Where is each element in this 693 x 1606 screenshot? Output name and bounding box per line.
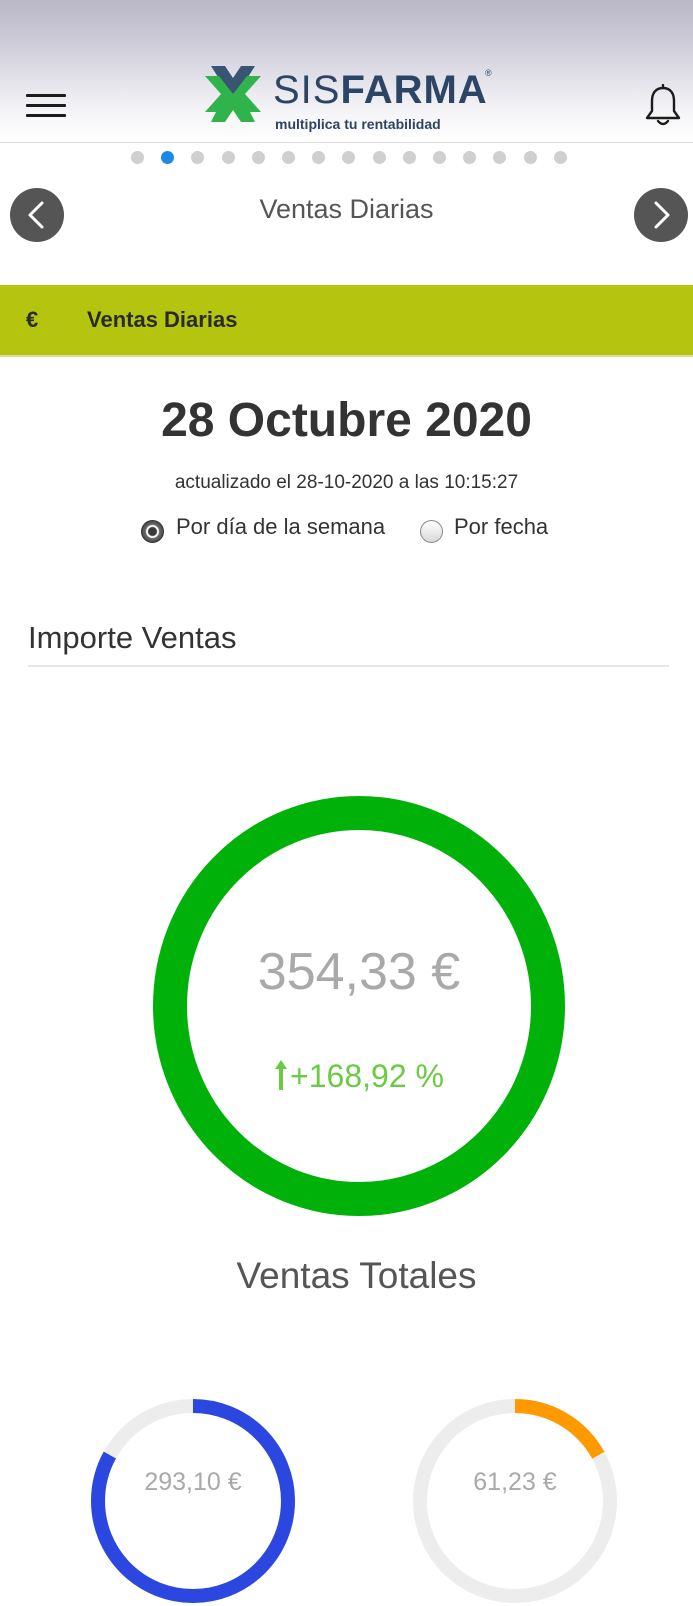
carousel-dot[interactable]	[342, 151, 356, 164]
registered-mark: ®	[485, 68, 492, 78]
carousel-dot[interactable]	[402, 151, 416, 164]
carousel-dot[interactable]	[463, 151, 477, 164]
total-sales-ring	[153, 796, 565, 1216]
report-date: 28 Octubre 2020	[161, 394, 532, 447]
slide-title: Ventas Diarias	[259, 194, 434, 224]
breakdown-ring-orange	[413, 1399, 617, 1603]
chevron-right-icon	[654, 201, 670, 229]
radio-date-label: Por fecha	[454, 514, 549, 539]
app-header: SISFARMA ® multiplica tu rentabilidad	[0, 0, 693, 143]
section-divider	[28, 665, 669, 667]
carousel-dot[interactable]	[523, 151, 537, 164]
carousel-dot[interactable]	[282, 151, 295, 164]
section-header-bar: € Ventas Diarias	[0, 285, 693, 357]
brand-tagline: multiplica tu rentabilidad	[275, 116, 441, 132]
breakdown-ring-blue	[91, 1399, 295, 1603]
bell-icon[interactable]	[644, 84, 682, 128]
section-label: Ventas Diarias	[87, 307, 238, 332]
radio-weekday[interactable]	[141, 520, 164, 543]
breakdown-value-blue: 293,10 €	[144, 1468, 242, 1496]
last-updated-text: actualizado el 28-10-2020 a las 10:15:27	[174, 472, 519, 493]
euro-icon: €	[26, 307, 39, 332]
carousel-dot[interactable]	[312, 151, 326, 164]
breakdown-value-orange: 61,23 €	[473, 1468, 557, 1496]
hamburger-menu-icon[interactable]	[26, 94, 66, 120]
radio-date[interactable]	[420, 520, 443, 543]
next-slide-button[interactable]	[634, 188, 688, 242]
carousel-dot[interactable]	[372, 151, 386, 164]
carousel-dot[interactable]	[433, 151, 446, 164]
carousel-dot[interactable]	[251, 151, 265, 164]
carousel-dot[interactable]	[131, 151, 144, 164]
sales-change: +168,92 %	[153, 1058, 565, 1095]
brand-name: SISFARMA	[273, 68, 488, 112]
carousel-dot[interactable]	[553, 151, 567, 164]
ventas-totales-caption: Ventas Totales	[236, 1255, 477, 1296]
sales-change-value: +168,92 %	[290, 1058, 444, 1094]
carousel-dot[interactable]	[191, 151, 205, 164]
importe-ventas-title: Importe Ventas	[28, 620, 237, 655]
logo-cross-icon	[205, 66, 261, 122]
arrow-up-icon	[275, 1060, 288, 1090]
total-sales-value: 354,33 €	[257, 943, 461, 1001]
carousel-dot[interactable]	[221, 151, 235, 164]
radio-weekday-label: Por día de la semana	[176, 514, 386, 539]
carousel-dot[interactable]	[161, 151, 175, 164]
sisfarma-logo: SISFARMA ® multiplica tu rentabilidad	[203, 64, 503, 134]
carousel-dot[interactable]	[493, 151, 507, 164]
